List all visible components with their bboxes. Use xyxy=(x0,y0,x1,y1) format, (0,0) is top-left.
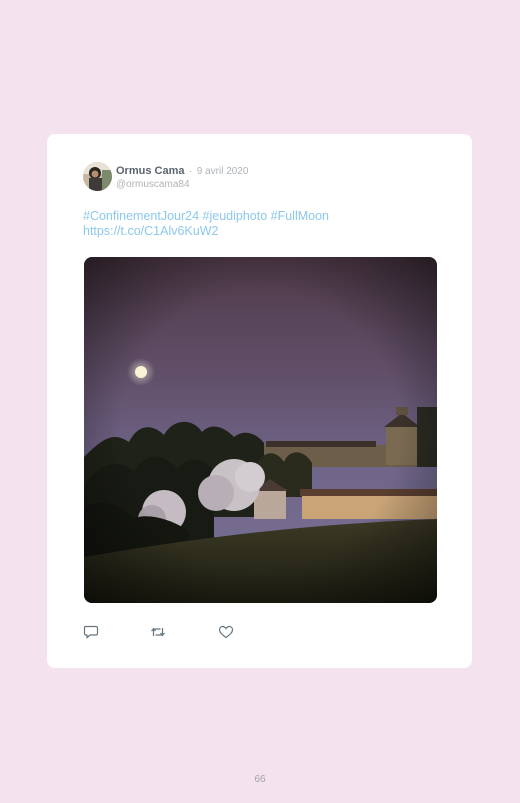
author-info: Ormus Cama · 9 avril 2020 @ormuscama84 xyxy=(116,163,248,191)
author-name[interactable]: Ormus Cama xyxy=(116,165,184,177)
tweet-header: Ormus Cama · 9 avril 2020 @ormuscama84 xyxy=(83,162,248,191)
retweet-icon[interactable] xyxy=(150,625,166,639)
avatar[interactable] xyxy=(83,162,112,191)
tweet-date[interactable]: 9 avril 2020 xyxy=(197,166,249,177)
tweet-text: #ConfinementJour24 #jeudiphoto #FullMoon… xyxy=(83,209,443,239)
author-handle[interactable]: @ormuscama84 xyxy=(116,178,248,191)
tweet-photo[interactable] xyxy=(84,257,437,603)
author-name-line: Ormus Cama · 9 avril 2020 xyxy=(116,163,248,178)
tweet-card: Ormus Cama · 9 avril 2020 @ormuscama84 #… xyxy=(47,134,472,668)
comment-icon[interactable] xyxy=(83,625,99,639)
date-separator: · xyxy=(188,165,193,177)
heart-icon[interactable] xyxy=(218,625,234,639)
tweet-link[interactable]: https://t.co/C1Alv6KuW2 xyxy=(83,224,443,239)
page-number: 66 xyxy=(254,774,266,785)
hashtags-link[interactable]: #ConfinementJour24 #jeudiphoto #FullMoon xyxy=(83,209,443,224)
